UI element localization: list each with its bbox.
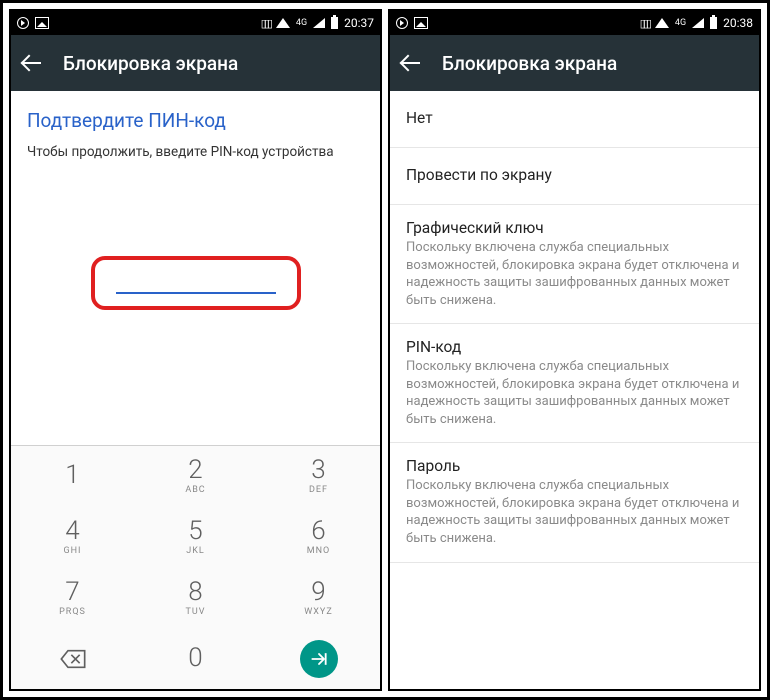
key-6[interactable]: 6 MNO xyxy=(257,507,380,568)
key-8[interactable]: 8 TUV xyxy=(134,568,257,629)
key-digit: 5 xyxy=(188,518,202,544)
key-backspace[interactable] xyxy=(11,628,134,689)
key-letters: ABC xyxy=(185,485,205,495)
enter-icon xyxy=(300,640,338,678)
key-letters: JKL xyxy=(186,546,204,556)
option-title: Провести по экрану xyxy=(406,166,743,184)
clock: 20:37 xyxy=(344,16,374,30)
backspace-icon xyxy=(59,649,87,669)
key-letters: WXYZ xyxy=(304,607,332,617)
option-pin[interactable]: PIN-код Поскольку включена служба специа… xyxy=(390,324,759,443)
option-title: PIN-код xyxy=(406,338,743,356)
key-letters: DEF xyxy=(309,485,328,495)
lock-options-list: Нет Провести по экрану Графический ключ … xyxy=(390,91,759,689)
appbar-title: Блокировка экрана xyxy=(63,52,238,75)
back-arrow-icon[interactable] xyxy=(402,53,422,73)
pin-confirm-area: Подтвердите ПИН-код Чтобы продолжить, вв… xyxy=(11,91,380,445)
key-2[interactable]: 2 ABC xyxy=(134,446,257,507)
appbar-title: Блокировка экрана xyxy=(442,52,617,75)
signal-icon xyxy=(692,18,704,28)
picture-icon xyxy=(414,17,428,29)
app-bar: Блокировка экрана xyxy=(390,35,759,91)
key-digit: 3 xyxy=(311,457,325,483)
key-digit: 7 xyxy=(65,579,79,605)
option-subtitle: Поскольку включена служба специальных во… xyxy=(406,477,743,547)
key-digit: 0 xyxy=(188,645,202,671)
option-title: Графический ключ xyxy=(406,219,743,237)
play-icon xyxy=(17,17,29,29)
numeric-keypad: 1 2 ABC 3 DEF 4 GHI 5 JKL 6 MNO xyxy=(11,445,380,689)
key-3[interactable]: 3 DEF xyxy=(257,446,380,507)
picture-icon xyxy=(35,17,49,29)
option-title: Нет xyxy=(406,109,743,127)
key-9[interactable]: 9 WXYZ xyxy=(257,568,380,629)
option-swipe[interactable]: Провести по экрану xyxy=(390,148,759,205)
key-0[interactable]: 0 xyxy=(134,628,257,689)
option-pattern[interactable]: Графический ключ Поскольку включена служ… xyxy=(390,205,759,324)
wifi-icon xyxy=(655,18,669,28)
status-bar: ▯▯▯ 4G 20:37 xyxy=(11,11,380,35)
key-digit: 6 xyxy=(311,518,325,544)
wifi-icon xyxy=(276,18,290,28)
key-7[interactable]: 7 PRQS xyxy=(11,568,134,629)
key-digit: 4 xyxy=(65,518,79,544)
phone-left: ▯▯▯ 4G 20:37 Блокировка экрана Подтверди… xyxy=(9,9,382,691)
key-digit: 1 xyxy=(65,462,79,488)
battery-icon xyxy=(331,17,338,29)
confirm-heading: Подтвердите ПИН-код xyxy=(27,109,364,132)
vibrate-icon: ▯▯▯ xyxy=(640,17,649,30)
key-letters: TUV xyxy=(186,607,206,617)
network-label: 4G xyxy=(296,19,307,28)
confirm-subtext: Чтобы продолжить, введите PIN-код устрой… xyxy=(27,144,364,160)
key-digit: 9 xyxy=(311,579,325,605)
option-subtitle: Поскольку включена служба специальных во… xyxy=(406,239,743,309)
vibrate-icon: ▯▯▯ xyxy=(261,17,270,30)
app-bar: Блокировка экрана xyxy=(11,35,380,91)
signal-icon xyxy=(313,18,325,28)
key-1[interactable]: 1 xyxy=(11,446,134,507)
key-digit: 8 xyxy=(188,579,202,605)
key-enter[interactable] xyxy=(257,628,380,689)
key-letters: MNO xyxy=(307,546,330,556)
clock: 20:38 xyxy=(723,16,753,30)
status-bar: ▯▯▯ 4G 20:38 xyxy=(390,11,759,35)
option-none[interactable]: Нет xyxy=(390,91,759,148)
option-password[interactable]: Пароль Поскольку включена служба специал… xyxy=(390,443,759,562)
key-letters: GHI xyxy=(64,546,82,556)
play-icon xyxy=(396,17,408,29)
back-arrow-icon[interactable] xyxy=(23,53,43,73)
option-title: Пароль xyxy=(406,457,743,475)
key-digit: 2 xyxy=(188,457,202,483)
network-label: 4G xyxy=(675,19,686,28)
key-5[interactable]: 5 JKL xyxy=(134,507,257,568)
key-4[interactable]: 4 GHI xyxy=(11,507,134,568)
pin-input[interactable] xyxy=(116,292,276,294)
option-subtitle: Поскольку включена служба специальных во… xyxy=(406,358,743,428)
pin-input-highlight xyxy=(91,256,301,310)
phone-right: ▯▯▯ 4G 20:38 Блокировка экрана Нет Прове… xyxy=(388,9,761,691)
battery-icon xyxy=(710,17,717,29)
key-letters: PRQS xyxy=(59,607,86,617)
